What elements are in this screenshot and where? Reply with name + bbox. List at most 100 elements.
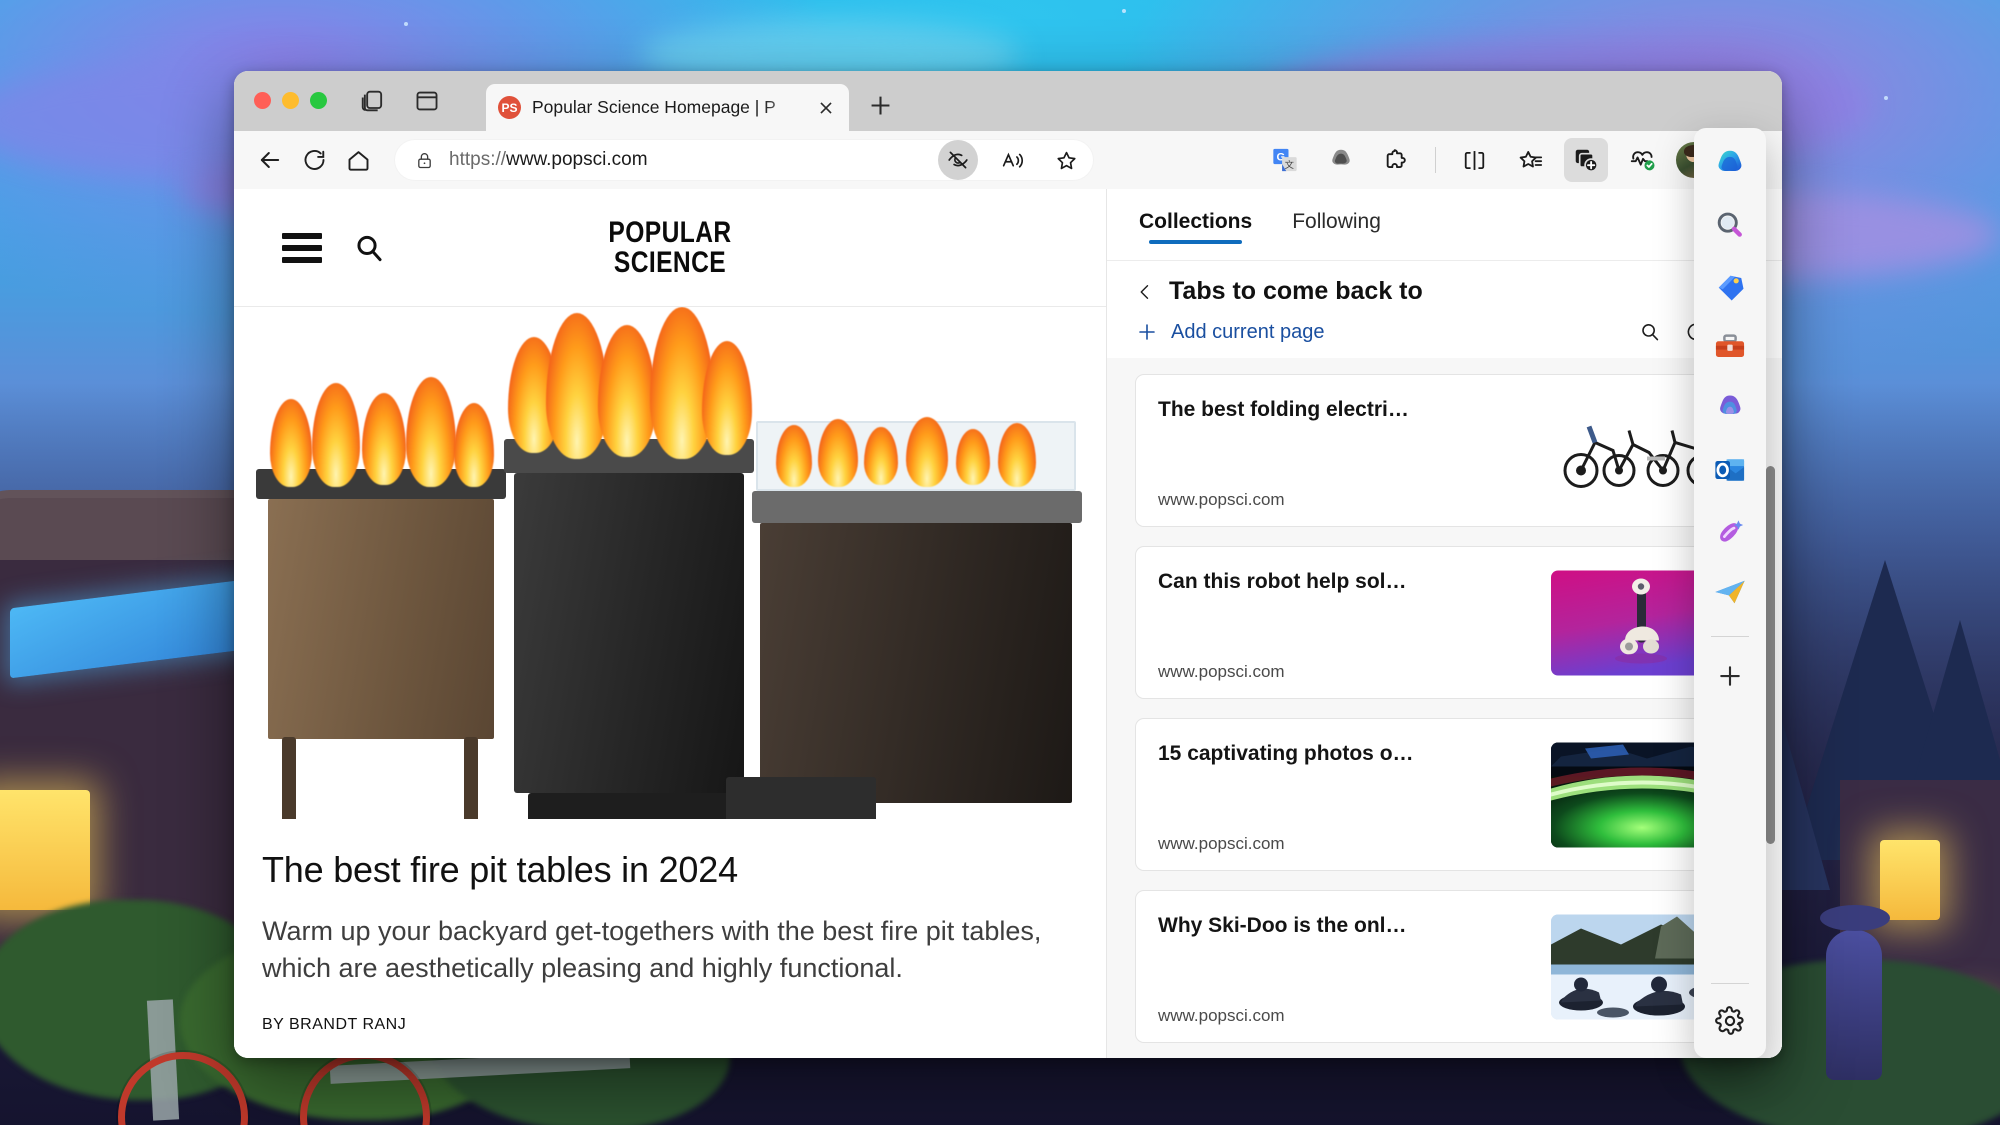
browser-tab[interactable]: PS Popular Science Homepage | P	[486, 84, 849, 131]
outlook-icon[interactable]	[1707, 447, 1753, 493]
article-text-block: The best fire pit tables in 2024 Warm up…	[234, 819, 1106, 1034]
favorites-list-icon[interactable]	[1508, 138, 1552, 182]
lit-window	[1880, 840, 1940, 920]
firepit-body	[268, 499, 494, 739]
browser-toolbar: https://www.popsci.com	[234, 131, 1782, 189]
list-item[interactable]: 15 captivating photos o… www.popsci.com	[1135, 718, 1754, 871]
browser-essentials-icon[interactable]	[1620, 138, 1664, 182]
flame	[270, 399, 312, 487]
article-byline: BY BRANDT RANJ	[262, 1016, 1078, 1034]
lock-icon	[414, 150, 435, 171]
settings-gear-icon[interactable]	[1707, 998, 1753, 1044]
add-sidebar-app-button[interactable]	[1707, 653, 1753, 699]
collection-header: Tabs to come back to Add current page	[1107, 261, 1782, 358]
plus-icon	[1135, 320, 1159, 344]
sidebar-bottom-divider	[1711, 983, 1749, 984]
card-title: The best folding electri…	[1158, 397, 1490, 422]
url-host: www.popsci.com	[506, 149, 648, 170]
read-aloud-icon[interactable]	[992, 140, 1032, 180]
hamburger-menu-icon[interactable]	[282, 233, 322, 263]
search-icon[interactable]	[1707, 203, 1753, 249]
collections-panel: Collections Following Tabs to come back …	[1107, 189, 1782, 1058]
star	[1884, 96, 1888, 100]
tab-following[interactable]: Following	[1290, 204, 1383, 246]
microsoft-365-icon[interactable]	[1707, 386, 1753, 432]
toolbar-divider	[1435, 147, 1436, 173]
star	[404, 22, 408, 26]
article-hero-image[interactable]	[234, 307, 1106, 819]
address-bar[interactable]: https://www.popsci.com	[394, 139, 1094, 181]
minimize-window-button[interactable]	[282, 92, 299, 109]
back-arrow-icon[interactable]	[248, 138, 292, 182]
toolbar-right-icons: G 文	[1263, 138, 1768, 182]
tab-collections[interactable]: Collections	[1137, 204, 1254, 246]
browser-window: PS Popular Science Homepage | P	[234, 71, 1782, 1058]
new-tab-button[interactable]	[864, 89, 897, 122]
close-window-button[interactable]	[254, 92, 271, 109]
brand-line-1: POPULAR	[608, 218, 731, 247]
tab-groups-icon[interactable]	[359, 87, 387, 115]
firepit-leg	[464, 737, 478, 819]
firepit-base	[528, 793, 730, 819]
list-item[interactable]: Can this robot help sol… www.popsci.com	[1135, 546, 1754, 699]
maximize-window-button[interactable]	[310, 92, 327, 109]
collection-actions: Add current page	[1135, 320, 1754, 358]
sidebar-divider	[1711, 636, 1749, 637]
flame	[362, 393, 406, 485]
search-collection-icon[interactable]	[1638, 320, 1662, 344]
refresh-icon[interactable]	[292, 138, 336, 182]
brand-line-2: SCIENCE	[608, 248, 731, 277]
tabstrip-icons	[359, 87, 441, 115]
popular-science-logo[interactable]: POPULAR SCIENCE	[608, 218, 731, 277]
add-current-page-label: Add current page	[1171, 321, 1324, 344]
popsci-favicon: PS	[498, 96, 521, 119]
copilot-icon[interactable]	[1707, 142, 1753, 188]
url-scheme: https://	[449, 149, 506, 170]
star	[1122, 9, 1126, 13]
card-title: 15 captivating photos o…	[1158, 741, 1490, 766]
favorite-star-icon[interactable]	[1046, 140, 1086, 180]
extensions-icon[interactable]	[1375, 138, 1419, 182]
firepit-leg	[282, 737, 296, 819]
google-translate-icon[interactable]: G 文	[1263, 138, 1307, 182]
collections-tabbar: Collections Following	[1107, 189, 1782, 261]
games-plane-icon[interactable]	[1707, 569, 1753, 615]
shopping-tag-icon[interactable]	[1707, 264, 1753, 310]
web-page: POPULAR SCIENCE	[234, 189, 1107, 1058]
sidebar-bottom	[1707, 983, 1753, 1044]
collections-icon[interactable]	[1564, 138, 1608, 182]
scrollbar-thumb[interactable]	[1766, 466, 1775, 844]
edge-sidebar	[1694, 128, 1766, 1058]
close-tab-button[interactable]	[815, 97, 837, 119]
add-current-page-button[interactable]: Add current page	[1135, 320, 1324, 344]
url-text: https://www.popsci.com	[449, 149, 924, 171]
collection-items-list[interactable]: The best folding electri… www.popsci.com	[1107, 358, 1782, 1058]
site-search-icon[interactable]	[352, 231, 386, 265]
site-header: POPULAR SCIENCE	[234, 189, 1106, 307]
home-icon[interactable]	[336, 138, 380, 182]
image-creator-icon[interactable]	[1707, 508, 1753, 554]
firepit-drawer	[726, 777, 876, 819]
collection-title: Tabs to come back to	[1169, 277, 1423, 306]
copilot-icon[interactable]	[1319, 138, 1363, 182]
firepit-body	[760, 523, 1072, 803]
flame	[312, 383, 360, 487]
firepit-top	[752, 491, 1082, 523]
person-hat	[1820, 905, 1890, 931]
chevron-left-icon[interactable]	[1135, 281, 1155, 303]
sidebar-toggle-icon[interactable]	[413, 87, 441, 115]
card-title: Why Ski-Doo is the onl…	[1158, 913, 1490, 938]
list-item[interactable]: The best folding electri… www.popsci.com	[1135, 374, 1754, 527]
card-title: Can this robot help sol…	[1158, 569, 1490, 594]
split-screen-icon[interactable]	[1452, 138, 1496, 182]
eye-off-icon[interactable]	[938, 140, 978, 180]
collections-scrollbar[interactable]	[1766, 378, 1775, 1050]
tools-toolbox-icon[interactable]	[1707, 325, 1753, 371]
tab-strip: PS Popular Science Homepage | P	[234, 71, 1782, 131]
firepit-body	[514, 473, 744, 793]
list-item[interactable]: Why Ski-Doo is the onl… www.popsci.com	[1135, 890, 1754, 1043]
tab-title: Popular Science Homepage | P	[532, 97, 804, 118]
article-title[interactable]: The best fire pit tables in 2024	[262, 849, 1078, 891]
flame	[406, 377, 456, 487]
flame	[702, 341, 752, 455]
